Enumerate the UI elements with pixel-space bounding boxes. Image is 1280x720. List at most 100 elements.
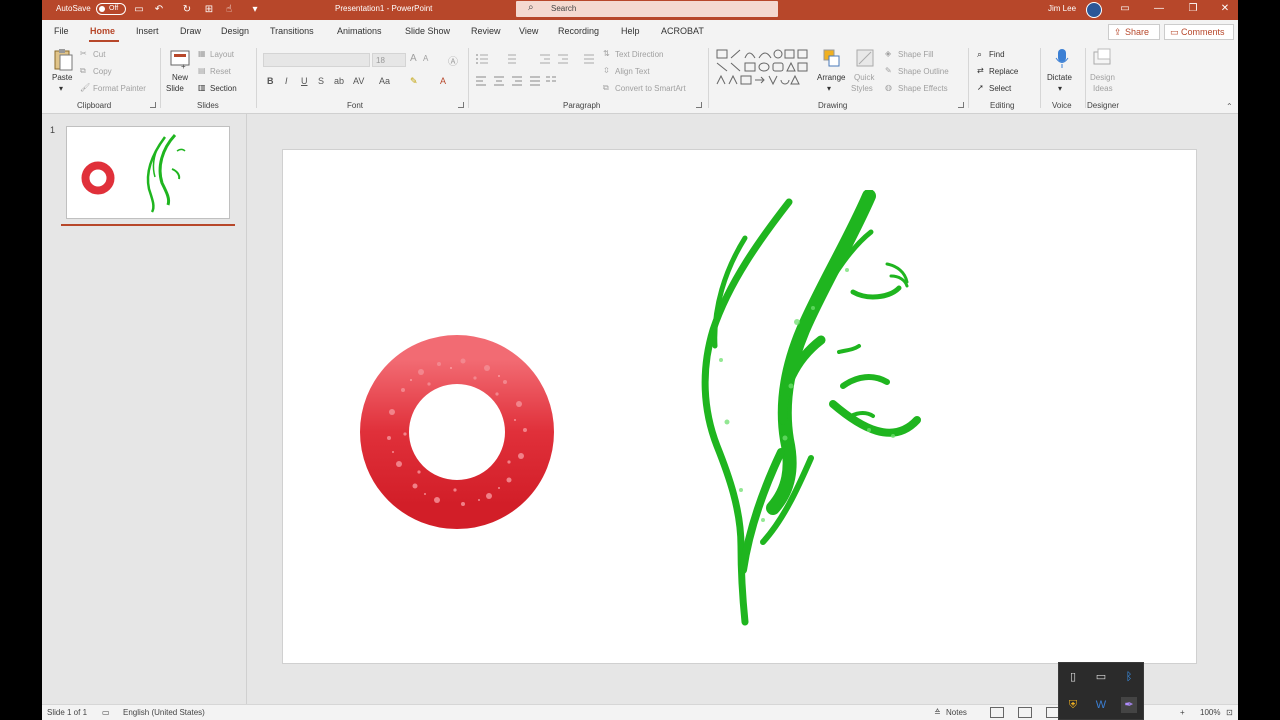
share-button[interactable]: ⇪ Share [1108,24,1160,40]
avatar[interactable] [1086,2,1102,18]
search-box[interactable]: ⌕ Search [516,1,778,17]
tab-recording[interactable]: Recording [558,26,599,36]
tab-draw[interactable]: Draw [180,26,201,36]
shadow-icon[interactable]: S [318,76,324,86]
arrange-icon[interactable] [822,48,842,70]
slide-thumbnail[interactable] [66,126,230,219]
tab-view[interactable]: View [519,26,538,36]
slide-sorter-icon[interactable] [1018,707,1032,718]
save-icon[interactable]: ▭ [132,3,146,17]
quick-styles-label[interactable]: Quick [854,73,874,82]
spacing-icon[interactable]: AV [353,76,364,86]
undo-icon[interactable]: ↶ [152,3,166,17]
bold-icon[interactable]: B [267,76,274,86]
highlight-icon[interactable]: ✎ [410,76,418,87]
tab-help[interactable]: Help [621,26,640,36]
format-painter-label[interactable]: Format Painter [93,84,146,93]
font-color-icon[interactable]: A [440,76,446,86]
customize-qat-icon[interactable]: ▾ [248,3,262,17]
tab-acrobat[interactable]: ACROBAT [661,26,704,36]
autosave-toggle[interactable]: Off [96,3,126,15]
shape-outline-label[interactable]: Shape Outline [898,67,949,76]
arrange-label[interactable]: Arrange [817,73,845,82]
collapse-ribbon-icon[interactable]: ⌃ [1226,102,1233,111]
change-case-icon[interactable]: Aa [379,76,390,86]
minimize-icon[interactable]: — [1152,2,1166,16]
decrease-font-icon[interactable]: A [423,54,428,63]
dictate-label[interactable]: Dictate [1047,73,1072,82]
fit-slide-icon[interactable]: ⊡ [1226,708,1233,717]
security-shield-icon[interactable]: ⛨ [1065,697,1081,713]
layout-label[interactable]: Layout [210,50,234,59]
drawing-launcher-icon[interactable] [958,102,964,108]
font-size-combobox[interactable]: 18 [372,53,406,67]
present-icon[interactable]: ⊞ [202,3,216,17]
replace-label[interactable]: Replace [989,67,1018,76]
shape-fill-label[interactable]: Shape Fill [898,50,934,59]
increase-font-icon[interactable]: A [410,53,417,64]
paste-icon[interactable] [52,48,74,72]
language-label[interactable]: English (United States) [123,708,205,717]
underline-icon[interactable]: U [301,76,308,86]
tab-review[interactable]: Review [471,26,501,36]
convert-smartart-label[interactable]: Convert to SmartArt [615,84,686,93]
pen-icon[interactable]: ✒ [1121,697,1137,713]
usb-device-icon[interactable]: ▯ [1065,669,1081,685]
tab-transitions[interactable]: Transitions [270,26,314,36]
word-app-icon[interactable]: W [1093,697,1109,713]
tab-home[interactable]: Home [90,26,115,36]
shape-effects-label[interactable]: Shape Effects [898,84,948,93]
restore-icon[interactable]: ❐ [1186,2,1200,16]
paste-label[interactable]: Paste [52,73,72,82]
quick-styles-label-2[interactable]: Styles [851,84,873,93]
font-launcher-icon[interactable] [458,102,464,108]
comments-button[interactable]: ▭ Comments [1164,24,1234,40]
tab-animations[interactable]: Animations [337,26,382,36]
design-ideas-label-2[interactable]: Ideas [1093,84,1113,93]
new-slide-icon[interactable]: + [169,48,191,70]
zoom-level[interactable]: 100% [1200,708,1220,717]
display-icon[interactable]: ▭ [1093,669,1109,685]
font-name-combobox[interactable] [263,53,370,67]
bluetooth-icon[interactable]: ᛒ [1121,669,1137,685]
text-direction-label[interactable]: Text Direction [615,50,663,59]
microphone-icon[interactable] [1054,48,1070,70]
arrange-dropdown-icon[interactable]: ▾ [827,84,831,93]
new-slide-label[interactable]: New [172,73,188,82]
new-slide-label-2[interactable]: Slide [166,84,184,93]
tab-insert[interactable]: Insert [136,26,159,36]
dictate-dropdown-icon[interactable]: ▾ [1058,84,1062,93]
tab-file[interactable]: File [54,26,69,36]
ribbon-display-icon[interactable]: ▭ [1118,2,1132,16]
tab-design[interactable]: Design [221,26,249,36]
quick-styles-icon[interactable] [855,48,877,70]
section-label[interactable]: Section [210,84,237,93]
find-label[interactable]: Find [989,50,1005,59]
normal-view-icon[interactable] [990,707,1004,718]
spelling-icon[interactable]: ▭ [102,708,110,717]
close-icon[interactable]: ✕ [1218,2,1232,16]
touch-mode-icon[interactable]: ☝ [222,3,236,17]
tab-slide-show[interactable]: Slide Show [405,26,450,36]
strikethrough-icon[interactable]: ab [334,76,344,86]
italic-icon[interactable]: I [285,76,288,86]
clear-format-icon[interactable]: Ⓐ [448,53,458,68]
paste-dropdown-icon[interactable]: ▾ [59,84,63,93]
copy-label[interactable]: Copy [93,67,112,76]
design-ideas-icon[interactable] [1092,48,1114,70]
cut-label[interactable]: Cut [93,50,105,59]
zoom-in-icon[interactable]: + [1180,708,1185,717]
slide-canvas[interactable] [282,149,1197,664]
notes-button[interactable]: Notes [946,708,967,717]
design-ideas-label[interactable]: Design [1090,73,1115,82]
user-name[interactable]: Jim Lee [1048,4,1076,13]
redo-icon[interactable]: ↻ [180,3,194,17]
paragraph-launcher-icon[interactable] [696,102,702,108]
reset-label[interactable]: Reset [210,67,231,76]
align-text-label[interactable]: Align Text [615,67,650,76]
woman-face-shape[interactable] [693,190,933,630]
clipboard-launcher-icon[interactable] [150,102,156,108]
donut-shape[interactable] [359,334,555,530]
select-label[interactable]: Select [989,84,1011,93]
shapes-gallery[interactable] [715,48,811,92]
